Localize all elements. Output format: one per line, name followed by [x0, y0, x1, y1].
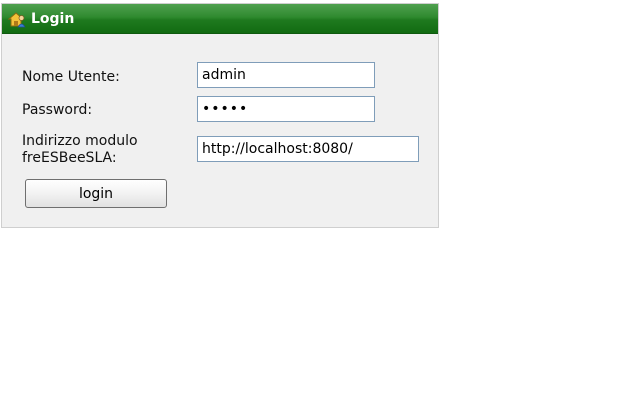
user-home-icon	[7, 12, 26, 28]
login-title-bar: Login	[2, 4, 438, 34]
username-input[interactable]	[197, 62, 375, 88]
module-address-label-line1: Indirizzo modulo	[22, 133, 138, 149]
module-address-input[interactable]	[197, 136, 419, 162]
username-label: Nome Utente:	[22, 69, 120, 85]
password-input[interactable]	[197, 96, 375, 122]
login-panel: Login Nome Utente: Password: Indirizzo m…	[1, 3, 439, 228]
password-label: Password:	[22, 102, 93, 118]
login-button[interactable]: login	[25, 179, 167, 208]
window-title: Login	[31, 11, 75, 27]
module-address-label-line2: freESBeeSLA:	[22, 150, 117, 166]
